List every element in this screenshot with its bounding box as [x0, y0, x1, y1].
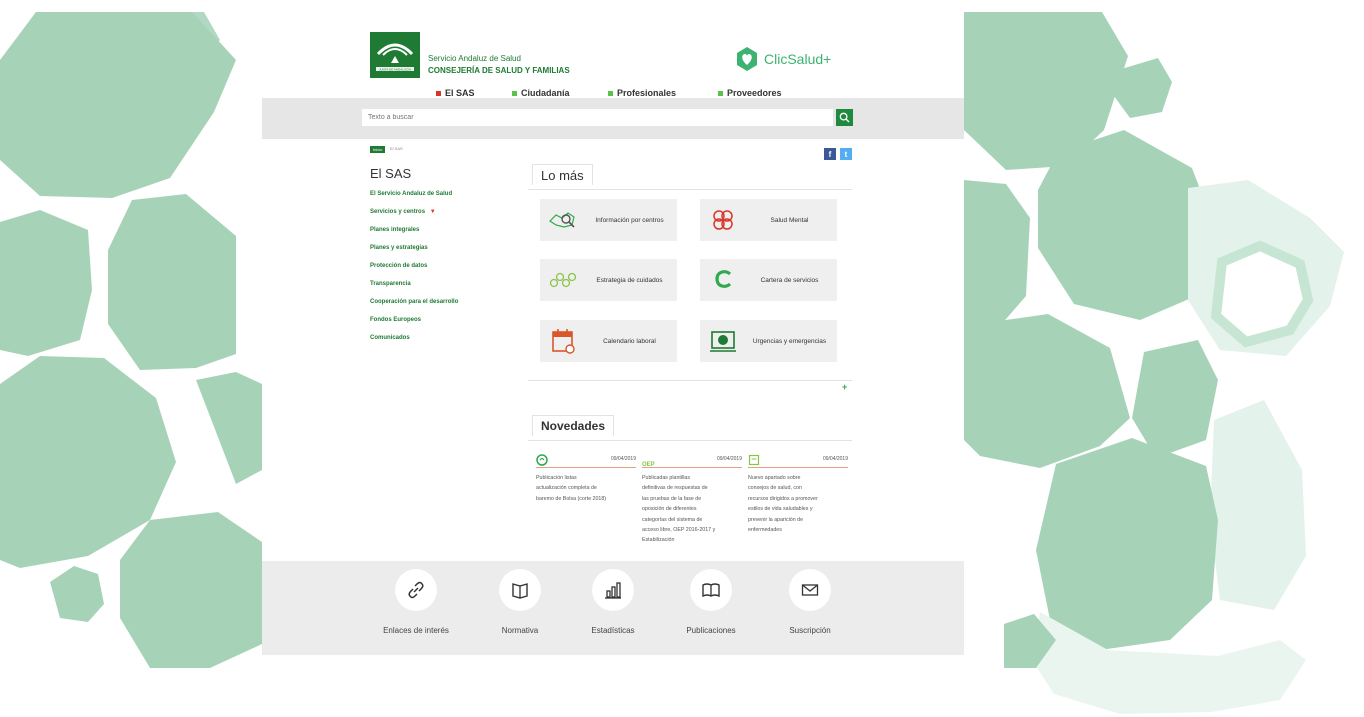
- caret-down-icon: ▼: [429, 209, 436, 215]
- section-tab-novedades: Novedades: [532, 415, 615, 436]
- news-date: 09/04/2019: [822, 456, 848, 462]
- nav-square-icon: [436, 90, 441, 96]
- search-input[interactable]: [362, 109, 833, 126]
- section-divider: [528, 440, 852, 441]
- envelope-icon: [801, 584, 819, 596]
- twitter-icon[interactable]: t: [840, 148, 852, 160]
- news-item[interactable]: 09/04/2019 Publicación listas actualizac…: [536, 453, 636, 504]
- footer-label: Normativa: [501, 626, 539, 635]
- search-icon: [839, 112, 850, 123]
- book-icon: [512, 583, 528, 599]
- brand-name: ClicSalud+: [764, 51, 832, 67]
- footer-link-enlaces[interactable]: Enlaces de interés: [361, 569, 471, 635]
- news-text: Publicación listas actualización complet…: [536, 475, 607, 502]
- sidebar-item-planes-integrales[interactable]: Planes integrales: [370, 227, 419, 233]
- facebook-icon[interactable]: f: [824, 148, 836, 160]
- open-book-icon: [702, 583, 720, 598]
- tile-estrategia-cuidados[interactable]: Estrategia de cuidados: [540, 259, 677, 301]
- tile-label: Urgencias y emergencias: [752, 337, 827, 345]
- section-divider: [528, 189, 852, 190]
- sidebar-item-cooperacion[interactable]: Cooperación para el desarrollo: [370, 299, 458, 305]
- section-divider: [528, 380, 852, 381]
- sidebar-item-label: Servicios y centros: [370, 209, 426, 215]
- map-search-icon: [549, 212, 575, 228]
- footer-quick-links: Enlaces de interés Normativa Estadística…: [262, 561, 964, 655]
- tile-calendario-laboral[interactable]: Calendario laboral: [540, 320, 677, 362]
- section-tab-lo-mas: Lo más: [532, 164, 593, 185]
- more-button[interactable]: +: [842, 382, 847, 392]
- tile-label: Estrategia de cuidados: [596, 276, 663, 284]
- nav-label: El SAS: [445, 88, 475, 98]
- news-date: 09/04/2019: [716, 456, 742, 462]
- molecule-icon: [549, 272, 577, 288]
- breadcrumb-home[interactable]: Inicio: [370, 146, 386, 153]
- footer-link-estadisticas[interactable]: Estadísticas: [558, 569, 668, 635]
- logo-caption: JUNTA DE ANDALUCIA: [379, 67, 411, 71]
- nav-square-icon: [718, 90, 723, 96]
- sidebar-title: El SAS: [370, 166, 412, 181]
- nav-square-icon: [608, 90, 613, 96]
- sidebar-item-servicios-centros[interactable]: Servicios y centros ▼: [370, 209, 436, 215]
- ministry-name: CONSEJERÍA DE SALUD Y FAMILIAS: [428, 66, 570, 75]
- search-button[interactable]: [836, 109, 853, 126]
- tile-cartera-servicios[interactable]: Cartera de servicios: [700, 259, 837, 301]
- news-text: Nuevo apartado sobre consejos de salud, …: [748, 475, 818, 534]
- nav-label: Ciudadanía: [521, 88, 570, 98]
- tile-informacion-centros[interactable]: Información por centros: [540, 199, 677, 241]
- swirl-icon: [536, 454, 548, 466]
- footer-label: Suscripción: [789, 626, 831, 635]
- news-item[interactable]: OEP 09/04/2019 Publicadas plantillas def…: [642, 453, 742, 546]
- footer-label: Publicaciones: [686, 626, 736, 635]
- footer-label: Enlaces de interés: [383, 626, 449, 635]
- nav-label: Profesionales: [617, 88, 677, 98]
- footer-link-publicaciones[interactable]: Publicaciones: [656, 569, 766, 635]
- tile-label: Cartera de servicios: [760, 276, 819, 284]
- sidebar-item-planes-estrategias[interactable]: Planes y estrategias: [370, 245, 428, 251]
- search-bar: [262, 98, 964, 139]
- cs-logo-icon: [715, 270, 732, 288]
- clicsalud-brand[interactable]: ClicSalud+: [734, 47, 832, 71]
- oep-tag: OEP: [642, 462, 655, 468]
- link-icon: [408, 581, 424, 599]
- tile-label: Salud Mental: [770, 216, 809, 224]
- news-text: Publicadas plantillas definitivas de res…: [642, 475, 716, 544]
- emergency-icon: [710, 331, 736, 352]
- flower-icon: [713, 210, 733, 230]
- news-date: 09/04/2019: [610, 456, 636, 462]
- sidebar-item-comunicados[interactable]: Comunicados: [370, 335, 410, 341]
- footer-link-suscripcion[interactable]: Suscripción: [755, 569, 865, 635]
- note-icon: [748, 454, 760, 466]
- bar-chart-icon: [605, 582, 621, 599]
- website-page: JUNTA DE ANDALUCIA Servicio Andaluz de S…: [262, 12, 964, 655]
- sidebar-item-servicio-andaluz[interactable]: El Servicio Andaluz de Salud: [370, 191, 452, 197]
- footer-label: Estadísticas: [591, 626, 635, 635]
- news-item[interactable]: 09/04/2019 Nuevo apartado sobre consejos…: [748, 453, 848, 535]
- clicsalud-logo-icon: [737, 47, 757, 71]
- sidebar-item-transparencia[interactable]: Transparencia: [370, 281, 411, 287]
- org-name: Servicio Andaluz de Salud: [428, 54, 521, 63]
- tile-urgencias-emergencias[interactable]: Urgencias y emergencias: [700, 320, 837, 362]
- calendar-icon: [552, 329, 575, 354]
- sidebar-item-proteccion-datos[interactable]: Protección de datos: [370, 263, 427, 269]
- breadcrumb-current: El SAS: [390, 146, 403, 151]
- junta-andalucia-logo[interactable]: JUNTA DE ANDALUCIA: [370, 32, 420, 78]
- nav-square-icon: [512, 90, 517, 96]
- tile-label: Calendario laboral: [603, 337, 656, 345]
- tile-salud-mental[interactable]: Salud Mental: [700, 199, 837, 241]
- nav-label: Proveedores: [727, 88, 782, 98]
- tile-label: Información por centros: [595, 216, 664, 224]
- sidebar-item-fondos-europeos[interactable]: Fondos Europeos: [370, 317, 421, 323]
